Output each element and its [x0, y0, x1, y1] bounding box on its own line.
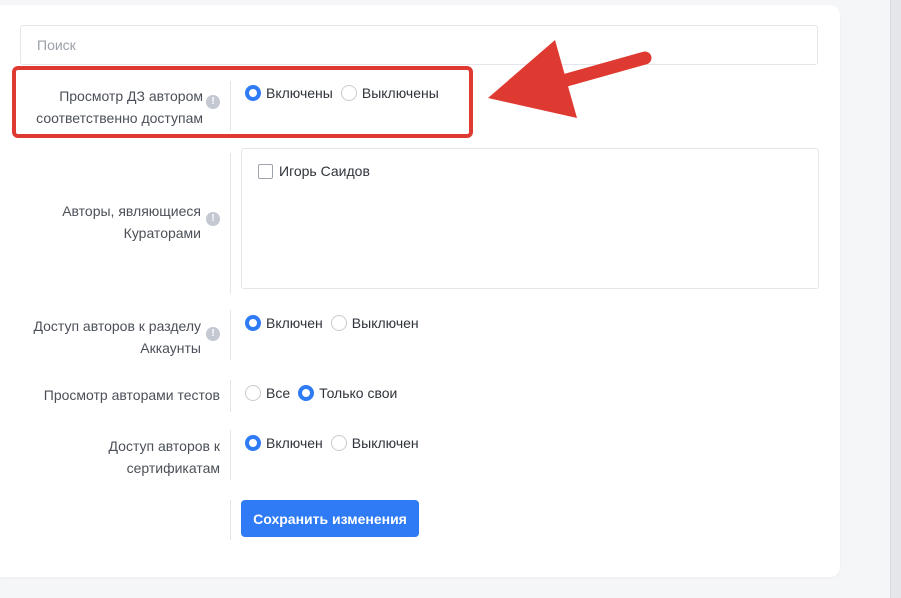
annotation-arrow-icon [488, 40, 652, 118]
checkbox-unchecked-icon[interactable] [258, 163, 273, 179]
divider [230, 153, 231, 294]
radio-certificates-off[interactable]: Выключен [330, 435, 419, 451]
scroll-gutter [890, 0, 901, 598]
highlight-box [12, 66, 473, 138]
radio-accounts-on[interactable]: Включен [245, 315, 323, 331]
radio-tests-all[interactable]: Все [245, 385, 290, 401]
radio-selected-icon [245, 435, 261, 451]
authors-curators-list[interactable]: Игорь Саидов [241, 148, 819, 289]
radio-unselected-icon [330, 315, 347, 331]
setting-label-tests-view: Просмотр авторами тестов [43, 387, 220, 403]
radio-unselected-icon [245, 385, 261, 401]
divider [230, 500, 231, 540]
radio-certificates-on[interactable]: Включен [245, 435, 323, 451]
search-input[interactable] [20, 25, 818, 65]
divider [230, 310, 231, 360]
info-icon[interactable]: ! [206, 327, 220, 341]
radio-selected-icon [298, 385, 315, 401]
radio-unselected-icon [330, 435, 347, 451]
setting-label-authors-curators: Авторы, являющиеся Кураторами [62, 203, 201, 241]
divider [230, 430, 231, 480]
divider [230, 380, 231, 412]
radio-selected-icon [245, 315, 261, 331]
radio-group-certificates: Включен Выключен [245, 435, 427, 451]
setting-label-accounts-access: Доступ авторов к разделу Аккаунты [33, 318, 201, 356]
radio-accounts-off[interactable]: Выключен [330, 315, 419, 331]
save-changes-button[interactable]: Сохранить изменения [241, 500, 419, 537]
radio-tests-own[interactable]: Только свои [298, 385, 397, 401]
radio-group-tests: Все Только свои [245, 385, 405, 401]
setting-label-certificates: Доступ авторов к сертификатам [108, 438, 220, 476]
author-checkbox-item[interactable]: Игорь Саидов [258, 163, 370, 179]
radio-group-accounts: Включен Выключен [245, 315, 427, 331]
info-icon[interactable]: ! [206, 212, 220, 226]
